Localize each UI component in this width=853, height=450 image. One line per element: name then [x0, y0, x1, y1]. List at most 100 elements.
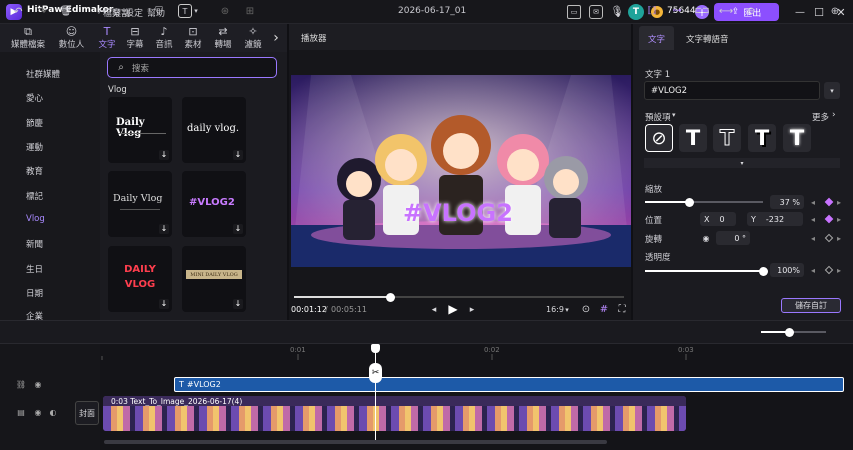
arrow-right-icon[interactable]: ▸ — [834, 213, 844, 225]
chevron-down-icon[interactable]: ▾ — [672, 111, 676, 119]
layout-icon[interactable]: ▭ — [567, 5, 581, 19]
cover-button[interactable]: 封面 — [75, 401, 99, 425]
marker-icon[interactable]: ⛉ — [153, 4, 165, 18]
download-icon[interactable]: ↓ — [159, 150, 169, 160]
more-link[interactable]: 更多 — [812, 111, 829, 123]
undo-icon[interactable]: ↶ — [12, 4, 24, 18]
position-x-input[interactable]: X0 — [700, 212, 736, 226]
sidebar-item[interactable]: 社群媒體 — [26, 68, 60, 80]
video-preview[interactable]: #VLOG2 — [291, 75, 631, 267]
text-clip[interactable]: T #VLOG2 — [174, 377, 844, 392]
template-daily-vlog-1[interactable]: Daily Vlog ↓ — [108, 97, 172, 163]
crop-icon[interactable]: ⊞ — [244, 4, 256, 18]
download-icon[interactable]: ↓ — [233, 224, 243, 234]
prev-frame-icon[interactable]: ◂ — [428, 304, 440, 316]
download-icon[interactable]: ↓ — [233, 150, 243, 160]
microphone-icon[interactable]: 🎙 — [610, 4, 624, 18]
snap-icon[interactable]: ⟦⟧ — [645, 4, 659, 18]
text-tool-icon[interactable]: T — [178, 4, 192, 18]
arrow-left-icon[interactable]: ◂ — [808, 213, 818, 225]
split-label[interactable]: 分割 — [112, 6, 130, 19]
chevron-right-icon[interactable]: › — [270, 30, 282, 46]
tab-text[interactable]: T 文字 — [92, 24, 122, 52]
arrow-right-icon[interactable]: ▸ — [834, 264, 844, 276]
tab-text-props[interactable]: 文字 — [648, 33, 665, 45]
download-icon[interactable]: ↓ — [159, 224, 169, 234]
opacity-input[interactable]: 100% — [770, 263, 804, 277]
progress-handle[interactable] — [386, 292, 395, 302]
playhead[interactable] — [375, 348, 376, 440]
preset-style-3[interactable]: T — [748, 124, 776, 152]
timeline-scrollbar[interactable] — [104, 440, 607, 444]
feedback-icon[interactable]: ✉ — [589, 5, 603, 19]
arrow-right-icon[interactable]: ▸ — [834, 232, 844, 244]
freeze-icon[interactable]: ⊛ — [219, 4, 231, 18]
zoom-slider[interactable] — [761, 327, 826, 337]
arrow-left-icon[interactable]: ◂ — [808, 232, 818, 244]
eye-icon[interactable]: ◉ — [33, 379, 43, 389]
next-frame-icon[interactable]: ▸ — [466, 304, 478, 316]
grid-icon[interactable]: # — [598, 303, 610, 315]
playhead-handle[interactable] — [371, 344, 380, 353]
text-value-input[interactable]: #VLOG2 — [644, 81, 820, 100]
rotate-input[interactable]: 0 ° — [716, 231, 750, 245]
sidebar-item[interactable]: 生日 — [26, 263, 43, 275]
minimize-icon[interactable]: — — [794, 5, 806, 19]
split-scissors-icon[interactable]: ✂ — [369, 363, 382, 383]
preset-style-1[interactable]: T — [679, 124, 707, 152]
redo-icon[interactable]: ↷ — [36, 4, 48, 18]
arrow-left-icon[interactable]: ◂ — [808, 264, 818, 276]
scale-input[interactable]: 37 % — [770, 195, 804, 209]
tab-transition[interactable]: ⇄ 轉場 — [208, 24, 238, 52]
tab-filter[interactable]: ✧ 濾鏡 — [238, 24, 268, 52]
chevron-right-icon[interactable]: › — [832, 110, 836, 120]
chevron-down-icon[interactable]: ▾ — [824, 82, 840, 99]
position-y-input[interactable]: Y -232 — [747, 212, 803, 226]
tab-media[interactable]: ⧉ 媒體檔案 — [8, 24, 48, 52]
expand-presets-icon[interactable]: ▾ — [644, 158, 840, 168]
sidebar-item[interactable]: 日期 — [26, 287, 43, 299]
mute-icon[interactable]: ◐ — [48, 407, 58, 417]
search-input[interactable]: ⌕ 搜索 — [107, 57, 277, 78]
preset-style-2[interactable]: T — [713, 124, 741, 152]
rotate-dial-icon[interactable]: ◉ — [700, 231, 712, 245]
chevron-down-icon[interactable]: ▾ — [562, 304, 572, 316]
tab-sticker[interactable]: ⊡ 素材 — [178, 24, 208, 52]
template-daily-vlog-2[interactable]: daily vlog. ↓ — [182, 97, 246, 163]
delete-icon[interactable]: 🗑 — [60, 4, 73, 18]
scale-handle[interactable] — [685, 197, 694, 207]
template-daily-vlog-3[interactable]: Daily Vlog ↓ — [108, 171, 172, 237]
sidebar-item[interactable]: 教育 — [26, 165, 43, 177]
zoom-in-icon[interactable]: ⊕ — [829, 4, 841, 18]
track-lock-icon[interactable]: ▤ — [16, 407, 26, 417]
tab-audio[interactable]: ♪ 音訊 — [149, 24, 179, 52]
opacity-handle[interactable] — [759, 266, 768, 276]
sidebar-item[interactable]: 節慶 — [26, 117, 43, 129]
fit-icon[interactable]: ⟷ — [719, 4, 733, 18]
zoom-handle[interactable] — [785, 327, 794, 337]
link-icon[interactable]: ⊶ — [670, 4, 684, 18]
preset-style-4[interactable]: T — [783, 124, 811, 152]
chevron-down-icon[interactable]: ▾ — [192, 4, 200, 18]
arrow-left-icon[interactable]: ◂ — [808, 196, 818, 208]
template-mini-daily-vlog[interactable]: MINI DAILY VLOG ↓ — [182, 246, 246, 312]
tab-avatar[interactable]: ☺ 數位人 — [55, 24, 88, 52]
sidebar-item[interactable]: 標記 — [26, 190, 43, 202]
scale-slider[interactable] — [645, 197, 763, 207]
opacity-slider[interactable] — [645, 266, 768, 276]
overlay-text[interactable]: #VLOG2 — [403, 199, 513, 227]
download-icon[interactable]: ↓ — [159, 299, 169, 309]
save-custom-button[interactable]: 儲存自訂 — [781, 298, 841, 313]
arrow-right-icon[interactable]: ▸ — [834, 196, 844, 208]
link-track-icon[interactable]: ⛓ — [16, 379, 26, 389]
avatar[interactable]: T — [628, 4, 644, 20]
preset-none[interactable]: ⊘ — [645, 124, 673, 152]
time-ruler[interactable]: 0:01 0:02 0:03 — [100, 344, 853, 360]
sidebar-item[interactable]: 愛心 — [26, 92, 43, 104]
maximize-icon[interactable]: ☐ — [813, 5, 825, 19]
template-daily-vlog-red[interactable]: DAILY VLOG ↓ — [108, 246, 172, 312]
play-icon[interactable]: ▶ — [446, 302, 460, 316]
video-clip[interactable]: 0:03 Text_To_Image_2026-06-17(4) — [103, 396, 686, 431]
fullscreen-icon[interactable]: ⛶ — [616, 303, 628, 315]
tab-subtitle[interactable]: ⊟ 字幕 — [120, 24, 150, 52]
